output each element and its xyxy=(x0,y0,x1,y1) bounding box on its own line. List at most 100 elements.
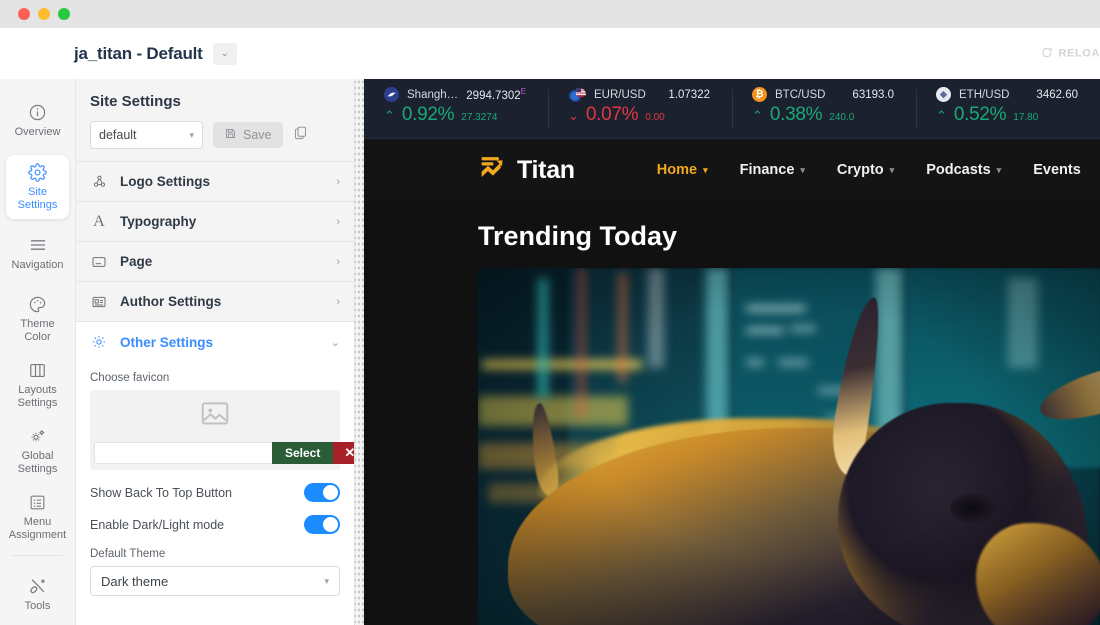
sidebar-item-navigation[interactable]: Navigation xyxy=(6,221,69,285)
titan-chart-arrow-logo-icon xyxy=(478,153,507,187)
columns-icon xyxy=(28,361,47,380)
other-settings-body: Choose favicon Select ✕ Show Back To Top… xyxy=(76,362,354,625)
accordion-label: Author Settings xyxy=(120,294,222,309)
ticker-item-eurusd[interactable]: EUR/USD 1.07322 ⌄ 0.07% 0.00 xyxy=(548,79,732,138)
sidebar-item-label: Layouts Settings xyxy=(17,383,58,409)
window-minimize-button[interactable] xyxy=(38,8,50,20)
sidebar-item-layouts-settings[interactable]: Layouts Settings xyxy=(6,353,69,417)
settings-accordion-list: Logo Settings › A Typography › Page › Au… xyxy=(76,161,354,362)
ticker-price: 1.07322 xyxy=(668,88,710,101)
ticker-change: 240.0 xyxy=(829,112,855,123)
chevron-right-icon: › xyxy=(336,215,340,228)
floppy-disk-icon xyxy=(224,127,237,143)
chevron-right-icon: › xyxy=(336,295,340,308)
back-to-top-toggle[interactable] xyxy=(304,483,340,502)
gear-icon xyxy=(90,334,108,350)
accordion-label: Page xyxy=(120,254,153,269)
sidebar-item-site-settings[interactable]: Site Settings xyxy=(6,155,69,219)
ticker-symbol: Shanghai C... xyxy=(407,88,458,101)
nav-link-events[interactable]: Events xyxy=(1033,162,1081,178)
sidebar-item-menu-assignment[interactable]: Menu Assignment xyxy=(6,485,69,549)
market-ticker-bar: Shanghai C... 2994.7302E ⌃ 0.92% 27.3274 xyxy=(364,79,1100,139)
toggle-knob xyxy=(323,485,338,500)
chevron-down-icon: ▾ xyxy=(996,164,1002,175)
default-theme-value: Dark theme xyxy=(101,573,169,589)
nav-link-finance[interactable]: Finance ▾ xyxy=(740,162,805,178)
site-preview: Shanghai C... 2994.7302E ⌃ 0.92% 27.3274 xyxy=(364,79,1100,625)
trend-down-icon: ⌄ xyxy=(568,108,579,123)
copy-button[interactable] xyxy=(293,125,308,145)
accordion-label: Other Settings xyxy=(120,334,214,350)
sidebar-item-label: Site Settings xyxy=(17,185,58,211)
sidebar-item-label: Theme Color xyxy=(20,317,55,343)
hero-vignette xyxy=(478,268,1100,625)
menu-bars-icon xyxy=(28,235,48,255)
favicon-clear-button[interactable]: ✕ xyxy=(333,442,354,464)
hero-background xyxy=(478,268,1100,625)
reload-button[interactable]: RELOA xyxy=(1041,46,1100,61)
gear-icon xyxy=(28,163,47,182)
ticker-percent: 0.52% xyxy=(953,104,1007,125)
default-theme-label: Default Theme xyxy=(90,548,166,560)
app-body: Overview Site Settings Navigation Theme … xyxy=(0,79,1100,625)
site-brand[interactable]: Titan xyxy=(478,153,575,187)
shanghai-composite-icon xyxy=(384,87,399,102)
sidebar-item-label: Menu Assignment xyxy=(8,515,67,541)
nav-link-crypto[interactable]: Crypto ▾ xyxy=(837,162,894,178)
sidebar-divider xyxy=(12,555,63,556)
settings-panel-header: Site Settings default ▾ Save xyxy=(76,79,354,149)
preset-select[interactable]: default ▾ xyxy=(90,121,203,149)
app-titlebar: ja_titan - Default ⌄ RELOA xyxy=(0,28,1100,79)
accordion-page[interactable]: Page › xyxy=(76,242,354,282)
accordion-label: Logo Settings xyxy=(120,174,210,189)
trend-up-icon: ⌃ xyxy=(384,108,395,123)
site-navbar: Titan Home ▾ Finance ▾ Crypto ▾ Podcasts ▾ E… xyxy=(364,139,1100,201)
accordion-logo-settings[interactable]: Logo Settings › xyxy=(76,162,354,202)
nav-link-podcasts[interactable]: Podcasts ▾ xyxy=(926,162,1001,178)
site-nav-links: Home ▾ Finance ▾ Crypto ▾ Podcasts ▾ Events xyxy=(657,162,1081,178)
ticker-symbol: ETH/USD xyxy=(959,88,1010,101)
ticker-price: 63193.0 xyxy=(852,88,894,101)
settings-panel-title: Site Settings xyxy=(90,93,181,110)
panel-resize-handle[interactable] xyxy=(355,79,364,625)
ticker-item-ethusd[interactable]: ◆ ETH/USD 3462.60 ⌃ 0.52% 17.80 xyxy=(916,79,1100,138)
ticker-price: 2994.7302E xyxy=(466,87,526,102)
sidebar-item-theme-color[interactable]: Theme Color xyxy=(6,287,69,351)
window-maximize-button[interactable] xyxy=(58,8,70,20)
sidebar-item-tools[interactable]: Tools xyxy=(6,562,69,625)
dark-light-mode-toggle[interactable] xyxy=(304,515,340,534)
favicon-path-input[interactable] xyxy=(94,442,272,464)
favicon-select-button[interactable]: Select xyxy=(272,442,334,464)
ticker-unit: E xyxy=(520,87,526,97)
accordion-typography[interactable]: A Typography › xyxy=(76,202,354,242)
accordion-other-settings[interactable]: Other Settings ⌄ xyxy=(76,322,354,362)
settings-panel: Site Settings default ▾ Save Logo Settin… xyxy=(76,79,355,625)
trend-up-icon: ⌃ xyxy=(936,108,947,123)
chevron-right-icon: › xyxy=(336,255,340,268)
ticker-change: 0.00 xyxy=(645,112,665,123)
sidebar-item-label: Global Settings xyxy=(17,450,58,475)
accordion-label: Typography xyxy=(120,214,197,229)
default-theme-select[interactable]: Dark theme ▾ xyxy=(90,566,340,596)
sidebar-item-global-settings[interactable]: Global Settings xyxy=(6,419,69,483)
chevron-down-icon: ▾ xyxy=(889,164,895,175)
letter-a-icon: A xyxy=(93,212,105,230)
sidebar-item-label: Navigation xyxy=(11,258,64,271)
ticker-item-shanghai[interactable]: Shanghai C... 2994.7302E ⌃ 0.92% 27.3274 xyxy=(364,79,548,138)
save-button[interactable]: Save xyxy=(213,122,283,148)
accordion-author-settings[interactable]: Author Settings › xyxy=(76,282,354,322)
chevron-down-icon: ▾ xyxy=(800,164,805,175)
info-circle-icon xyxy=(28,103,47,122)
nav-link-home[interactable]: Home ▾ xyxy=(657,162,708,178)
toggle-label: Show Back To Top Button xyxy=(90,485,232,500)
list-card-icon xyxy=(28,493,47,512)
section-title-trending-today: Trending Today xyxy=(364,201,1100,268)
id-card-icon xyxy=(90,294,108,310)
window-close-button[interactable] xyxy=(18,8,30,20)
ticker-item-btcusd[interactable]: ₿ BTC/USD 63193.0 ⌃ 0.38% 240.0 xyxy=(732,79,916,138)
template-chevron-down-icon[interactable]: ⌄ xyxy=(212,42,237,65)
sidebar-item-overview[interactable]: Overview xyxy=(6,89,69,153)
sidebar-rail: Overview Site Settings Navigation Theme … xyxy=(0,79,76,625)
toggle-row-back-to-top: Show Back To Top Button xyxy=(90,483,340,502)
favicon-preview xyxy=(90,390,340,442)
